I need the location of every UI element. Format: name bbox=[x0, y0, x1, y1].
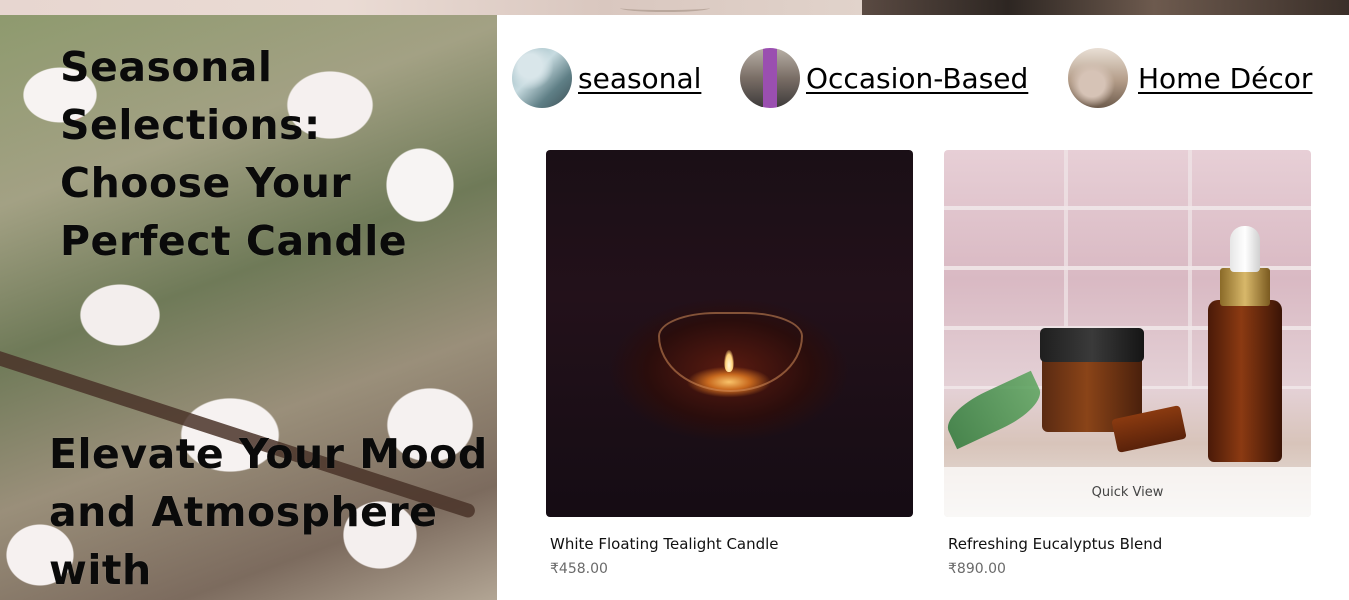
product-name[interactable]: Refreshing Eucalyptus Blend bbox=[948, 535, 1311, 553]
dropper-cap-decoration bbox=[1230, 226, 1260, 272]
hero-banner: Seasonal Selections: Choose Your Perfect… bbox=[0, 15, 497, 600]
category-label: Home Décor bbox=[1138, 61, 1313, 95]
top-banner-image-left bbox=[0, 0, 862, 15]
category-link-occasion-based[interactable]: Occasion-Based bbox=[740, 47, 1028, 109]
bottle-neck-decoration bbox=[1220, 268, 1270, 306]
category-label: Occasion-Based bbox=[806, 61, 1029, 95]
product-card[interactable]: Quick View Refreshing Eucalyptus Blend ₹… bbox=[944, 150, 1311, 577]
product-price: ₹890.00 bbox=[948, 561, 1006, 577]
hero-heading-primary: Seasonal Selections: Choose Your Perfect… bbox=[60, 43, 408, 265]
quick-view-button[interactable]: Quick View bbox=[944, 467, 1311, 517]
product-name[interactable]: White Floating Tealight Candle bbox=[550, 535, 913, 553]
dropper-bottle-decoration bbox=[1208, 300, 1282, 462]
top-image-strip bbox=[0, 0, 1349, 15]
category-link-home-decor[interactable]: Home Décor bbox=[1068, 47, 1312, 109]
product-card[interactable]: White Floating Tealight Candle ₹458.00 bbox=[546, 150, 913, 577]
category-label: seasonal bbox=[578, 61, 702, 95]
top-banner-image-right bbox=[862, 0, 1349, 15]
home-decor-thumbnail-icon bbox=[1068, 48, 1128, 108]
product-image[interactable] bbox=[546, 150, 913, 517]
seasonal-thumbnail-icon bbox=[512, 48, 572, 108]
hero-heading-secondary: Elevate Your Mood and Atmosphere with bbox=[49, 430, 488, 594]
occasion-thumbnail-icon bbox=[740, 48, 800, 108]
product-image[interactable]: Quick View bbox=[944, 150, 1311, 517]
candle-flame-decoration bbox=[724, 350, 734, 372]
category-link-seasonal[interactable]: seasonal bbox=[512, 47, 701, 109]
product-price: ₹458.00 bbox=[550, 561, 608, 577]
